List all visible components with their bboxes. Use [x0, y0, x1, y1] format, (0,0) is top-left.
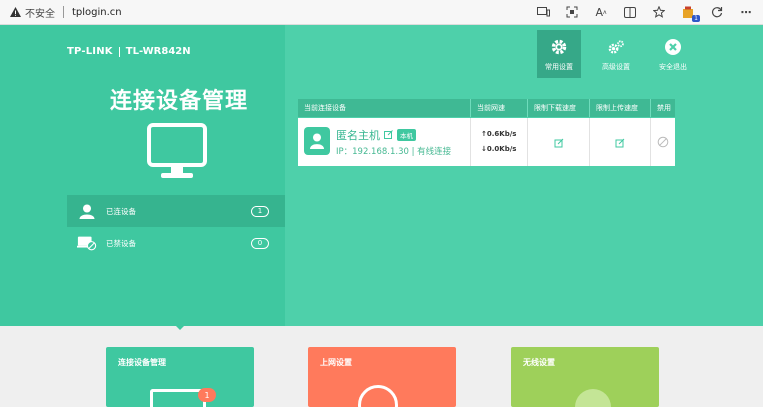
- nav-connected-devices[interactable]: 已连设备 1: [67, 195, 285, 227]
- device-info: IP：192.168.1.30 | 有线连接: [336, 147, 452, 157]
- this-device-tag: 本机: [397, 129, 416, 141]
- card-title: 连接设备管理: [118, 358, 166, 367]
- divider: [63, 6, 64, 18]
- blocked-count-badge: 0: [251, 237, 269, 249]
- safe-logout-button[interactable]: 安全退出: [651, 30, 695, 78]
- edit-upload-limit-icon[interactable]: [615, 133, 625, 152]
- card-title: 无线设置: [523, 358, 555, 367]
- page-title: 连接设备管理: [110, 89, 249, 114]
- card-title: 上网设置: [320, 358, 352, 367]
- nav-label: 已连设备: [106, 206, 136, 216]
- close-circle-icon: [664, 38, 682, 56]
- table-row: 匿名主机 本机 IP：192.168.1.30 | 有线连接 ↑0.6Kb/s …: [298, 118, 675, 166]
- download-speed: ↓0.0Kb/s: [481, 145, 517, 153]
- button-label: 安全退出: [659, 63, 687, 71]
- favorite-star-icon[interactable]: [650, 3, 668, 21]
- address-bar[interactable]: tplogin.cn: [72, 7, 122, 18]
- download-limit-cell: [528, 118, 590, 166]
- browser-toolbar: 不安全 tplogin.cn Aʌ 1 ⋯: [0, 0, 763, 25]
- device-cell: 匿名主机 本机 IP：192.168.1.30 | 有线连接: [298, 118, 471, 166]
- gears-icon: [607, 38, 625, 56]
- connected-count-badge: 1: [251, 205, 269, 217]
- device-name: 匿名主机: [336, 129, 380, 142]
- disable-device-icon[interactable]: [657, 133, 669, 152]
- security-label[interactable]: 不安全: [25, 5, 55, 20]
- tp-link-logo: TP-LINK: [67, 46, 113, 57]
- gear-icon: [550, 38, 568, 56]
- common-settings-button[interactable]: 常用设置: [537, 30, 581, 78]
- col-upload-limit: 限制上传速度: [590, 99, 651, 117]
- qr-code-icon[interactable]: [563, 3, 581, 21]
- nav-blocked-devices[interactable]: 已禁设备 0: [67, 227, 285, 259]
- col-current-speed: 当前网速: [471, 99, 528, 117]
- edit-download-limit-icon[interactable]: [554, 133, 563, 152]
- col-disable: 禁用: [651, 99, 675, 117]
- extension-badge: 1: [692, 15, 700, 22]
- upload-limit-cell: [590, 118, 651, 166]
- speed-cell: ↑0.6Kb/s ↓0.0Kb/s: [471, 118, 528, 166]
- monitor-icon: [147, 123, 207, 181]
- brand-divider: [118, 46, 120, 57]
- extension-icon[interactable]: 1: [679, 3, 700, 22]
- advanced-settings-button[interactable]: 高级设置: [594, 30, 638, 78]
- blocked-device-icon: [77, 235, 97, 251]
- card-wireless-settings[interactable]: 无线设置: [511, 347, 659, 407]
- warning-icon[interactable]: [9, 7, 21, 18]
- refresh-icon[interactable]: [708, 3, 726, 21]
- card-wifi-icon: [575, 389, 611, 407]
- button-label: 高级设置: [602, 63, 630, 71]
- active-indicator-arrow: [173, 323, 187, 330]
- col-download-limit: 限制下载速度: [528, 99, 590, 117]
- reading-view-icon[interactable]: [621, 3, 639, 21]
- left-panel: TP-LINK TL-WR842N 连接设备管理 已连设备 1 已禁设备 0: [0, 25, 285, 326]
- device-avatar-icon: [304, 127, 330, 155]
- read-aloud-icon[interactable]: Aʌ: [592, 3, 610, 21]
- card-device-management[interactable]: 连接设备管理 1: [106, 347, 254, 407]
- brand: TP-LINK TL-WR842N: [67, 46, 191, 57]
- more-options-icon[interactable]: ⋯: [737, 3, 755, 21]
- col-connected-device: 当前连接设备: [298, 99, 471, 117]
- disable-cell: [651, 118, 675, 166]
- button-label: 常用设置: [545, 63, 573, 71]
- device-table-header: 当前连接设备 当前网速 限制下载速度 限制上传速度 禁用: [298, 99, 675, 117]
- user-icon: [77, 203, 97, 219]
- card-globe-icon: [358, 385, 398, 407]
- nav-label: 已禁设备: [106, 238, 136, 248]
- model-name: TL-WR842N: [125, 46, 191, 57]
- router-admin-panel: TP-LINK TL-WR842N 连接设备管理 已连设备 1 已禁设备 0 常…: [0, 25, 763, 326]
- upload-speed: ↑0.6Kb/s: [481, 130, 517, 138]
- install-app-icon[interactable]: [534, 3, 552, 21]
- card-internet-settings[interactable]: 上网设置: [308, 347, 456, 407]
- edit-name-icon[interactable]: [384, 129, 393, 142]
